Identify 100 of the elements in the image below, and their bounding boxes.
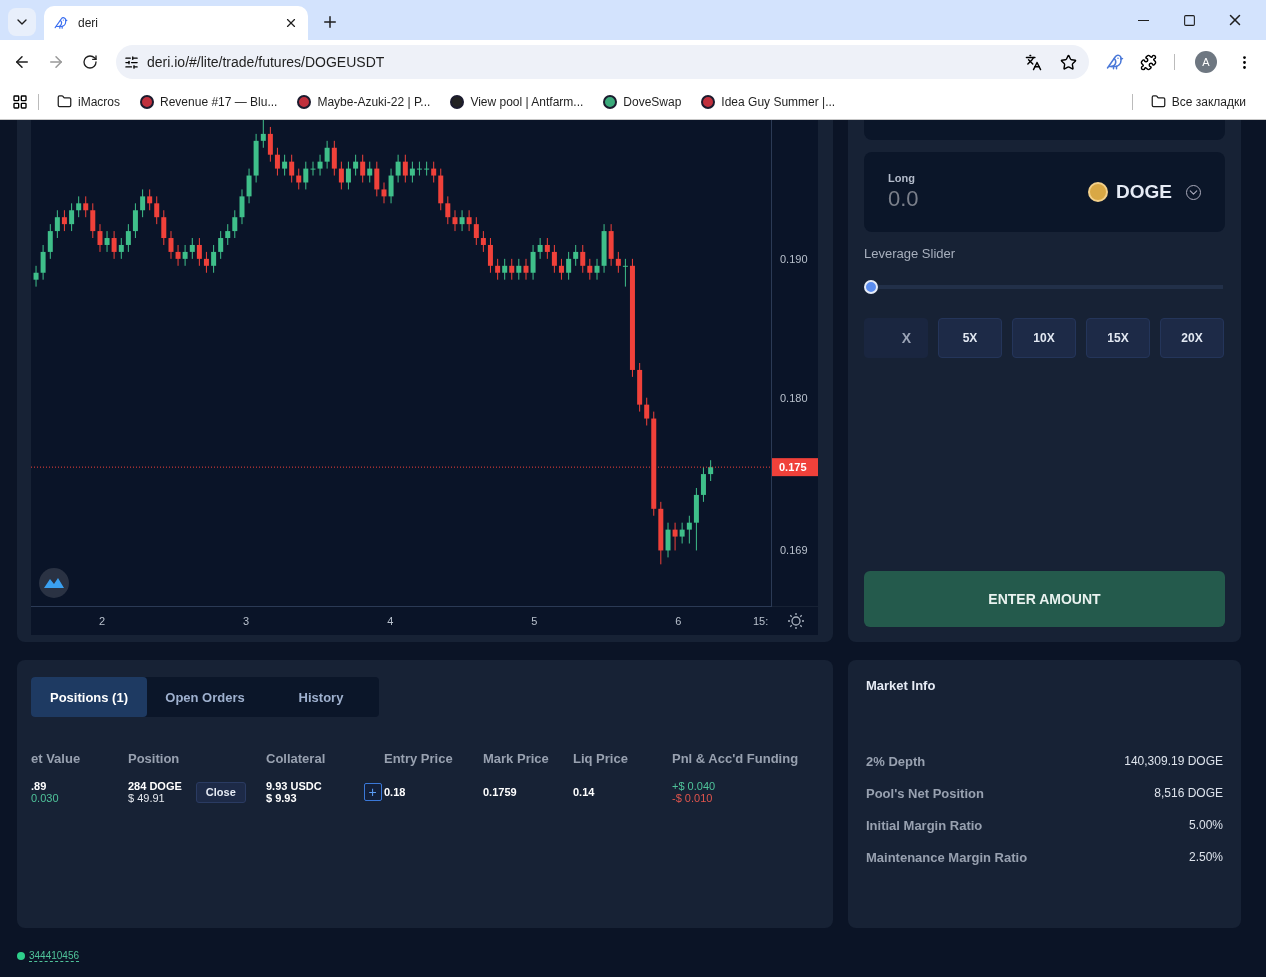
candlestick bbox=[388, 168, 394, 204]
candlestick bbox=[168, 230, 174, 260]
candlestick bbox=[367, 161, 373, 183]
translate-icon[interactable] bbox=[1025, 53, 1042, 71]
site-favicon-icon bbox=[297, 94, 312, 109]
position-size: 284 DOGE bbox=[128, 780, 182, 792]
candlestick bbox=[61, 209, 67, 232]
entry-price: 0.18 bbox=[384, 786, 407, 798]
settings-icon[interactable] bbox=[787, 612, 805, 630]
add-collateral-button[interactable]: + bbox=[363, 783, 382, 801]
bookmark-label: View pool | Antfarm... bbox=[470, 94, 584, 109]
candlestick bbox=[203, 251, 209, 274]
leverage-button[interactable]: 15X bbox=[1086, 318, 1150, 358]
address-bar[interactable]: deri.io/#/lite/trade/futures/DOGEUSDT bbox=[116, 45, 1089, 79]
candlestick bbox=[90, 202, 96, 239]
bookmark-label: Все закладки bbox=[1171, 94, 1246, 109]
close-position-button[interactable]: Close bbox=[195, 781, 246, 803]
all-bookmarks-item[interactable]: Все закладки bbox=[1142, 87, 1254, 116]
bookmark-item[interactable]: Revenue #17 — Blu... bbox=[132, 87, 286, 116]
candlestick bbox=[580, 244, 586, 274]
browser-tab[interactable]: deri bbox=[44, 6, 308, 40]
bookmark-label: Maybe-Azuki-22 | P... bbox=[317, 94, 431, 109]
candlestick bbox=[338, 161, 344, 190]
candlestick bbox=[502, 258, 508, 281]
site-favicon-icon bbox=[603, 94, 618, 109]
time-axis-label: 15: bbox=[753, 615, 769, 627]
candlestick bbox=[147, 188, 153, 211]
candlestick bbox=[353, 154, 359, 177]
tab[interactable]: History bbox=[263, 677, 379, 717]
site-favicon-icon bbox=[54, 16, 68, 30]
apps-icon[interactable] bbox=[12, 93, 28, 110]
block-number-link[interactable]: 344410456 bbox=[29, 950, 80, 962]
enter-amount-button[interactable]: ENTER AMOUNT bbox=[864, 571, 1225, 627]
candlestick bbox=[40, 244, 46, 281]
folder-icon bbox=[57, 94, 72, 109]
coin-icon bbox=[1088, 182, 1109, 202]
site-info-icon[interactable] bbox=[124, 54, 139, 70]
candlestick bbox=[324, 140, 330, 170]
candlestick bbox=[331, 140, 337, 177]
candlestick bbox=[274, 147, 280, 177]
extensions-icon[interactable] bbox=[1140, 53, 1157, 71]
reload-icon bbox=[82, 54, 98, 70]
candlestick bbox=[424, 161, 430, 177]
candlestick bbox=[402, 154, 408, 183]
info-value: 8,516 DOGE bbox=[1154, 786, 1223, 800]
bookmark-label: Idea Guy Summer |... bbox=[721, 94, 836, 109]
candlestick bbox=[154, 195, 160, 225]
info-value: 5.00% bbox=[1188, 818, 1223, 832]
forward-arrow-icon bbox=[47, 53, 65, 71]
plus-icon bbox=[321, 13, 339, 31]
candlestick bbox=[487, 237, 493, 274]
profile-avatar[interactable]: A bbox=[1195, 51, 1217, 73]
leverage-button[interactable]: 20X bbox=[1160, 318, 1224, 358]
leverage-button[interactable]: 10X bbox=[1012, 318, 1076, 358]
candlestick bbox=[708, 459, 714, 482]
maximize-icon bbox=[1182, 13, 1196, 27]
column-header: Position bbox=[128, 751, 181, 766]
bird-extension-icon[interactable] bbox=[1106, 53, 1124, 71]
info-value: 140,309.19 DOGE bbox=[1124, 754, 1223, 768]
position-usd: $ 49.91 bbox=[128, 792, 166, 804]
info-label: Maintenance Margin Ratio bbox=[866, 849, 1028, 865]
candlestick bbox=[416, 161, 422, 177]
token-label: DOGE bbox=[1116, 181, 1172, 203]
chart-logo-icon[interactable] bbox=[39, 568, 69, 598]
column-header: et Value bbox=[31, 751, 82, 766]
candlestick bbox=[83, 195, 89, 218]
candlestick bbox=[594, 258, 600, 281]
url-text: deri.io/#/lite/trade/futures/DOGEUSDT bbox=[147, 54, 386, 70]
candlestick bbox=[480, 230, 486, 253]
candlestick bbox=[615, 251, 621, 274]
candlestick bbox=[530, 244, 536, 281]
liq-price: 0.14 bbox=[573, 786, 596, 798]
tab[interactable]: Open Orders bbox=[147, 677, 263, 717]
candlestick bbox=[289, 154, 295, 183]
candlestick bbox=[544, 237, 550, 260]
bookmark-item[interactable]: Idea Guy Summer |... bbox=[693, 87, 844, 116]
candlestick bbox=[47, 223, 53, 260]
slider-thumb[interactable] bbox=[864, 280, 878, 294]
amount-input[interactable]: 0.0 bbox=[888, 186, 1008, 212]
bookmark-item[interactable]: Maybe-Azuki-22 | P... bbox=[289, 87, 439, 116]
candlestick bbox=[445, 195, 451, 225]
tab-list-button[interactable] bbox=[8, 8, 36, 36]
bookmark-item[interactable]: View pool | Antfarm... bbox=[442, 87, 592, 116]
bookmark-item[interactable]: iMacros bbox=[49, 87, 128, 116]
bookmark-label: iMacros bbox=[78, 94, 120, 109]
candlestick bbox=[459, 209, 465, 232]
candlestick bbox=[466, 209, 472, 232]
candlestick bbox=[360, 154, 366, 183]
column-header: Liq Price bbox=[573, 751, 629, 766]
bookmark-star-icon[interactable] bbox=[1060, 53, 1077, 71]
leverage-input[interactable]: X bbox=[864, 318, 928, 358]
collateral-amount: 9.93 USDC bbox=[266, 780, 322, 792]
side-label: Long bbox=[888, 172, 916, 184]
bookmark-item[interactable]: DoveSwap bbox=[595, 87, 690, 116]
leverage-button[interactable]: 5X bbox=[938, 318, 1002, 358]
slider-label: Leverage Slider bbox=[864, 246, 957, 261]
tab[interactable]: Positions (1) bbox=[31, 677, 147, 717]
column-header: Pnl & Acc'd Funding bbox=[672, 751, 800, 766]
close-icon[interactable] bbox=[284, 16, 298, 30]
candlestick bbox=[225, 223, 231, 246]
